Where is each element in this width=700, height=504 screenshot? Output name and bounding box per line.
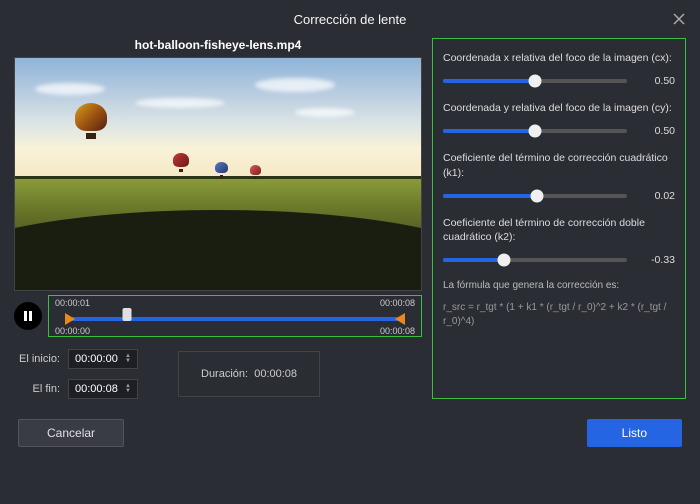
title-bar: Corrección de lente bbox=[0, 0, 700, 38]
close-icon[interactable] bbox=[670, 10, 688, 28]
done-button[interactable]: Listo bbox=[587, 419, 682, 447]
start-label: El inicio: bbox=[14, 353, 60, 365]
lens-correction-dialog: Corrección de lente hot-balloon-fisheye-… bbox=[0, 0, 700, 504]
parameters-panel: Coordenada x relativa del foco de la ima… bbox=[432, 38, 686, 399]
k2-slider[interactable] bbox=[443, 258, 627, 262]
pause-button[interactable] bbox=[14, 302, 42, 330]
end-time-input[interactable]: 00:00:08 ▲▼ bbox=[68, 379, 138, 399]
timeline-start-marker: 00:00:00 bbox=[55, 326, 90, 336]
timeline-end-marker: 00:00:08 bbox=[380, 326, 415, 336]
cancel-button[interactable]: Cancelar bbox=[18, 419, 124, 447]
timeline-track[interactable] bbox=[55, 310, 415, 326]
playhead[interactable] bbox=[123, 308, 132, 321]
cx-slider[interactable] bbox=[443, 79, 627, 83]
formula-label: La fórmula que genera la corrección es: bbox=[443, 280, 675, 291]
start-time-input[interactable]: 00:00:00 ▲▼ bbox=[68, 349, 138, 369]
formula-text: r_src = r_tgt * (1 + k1 * (r_tgt / r_0)^… bbox=[443, 301, 675, 329]
k1-label: Coeficiente del término de corrección cu… bbox=[443, 151, 675, 179]
cx-value: 0.50 bbox=[637, 75, 675, 87]
timeline-current: 00:00:01 bbox=[55, 298, 90, 310]
cy-value: 0.50 bbox=[637, 125, 675, 137]
trim-end-handle[interactable] bbox=[395, 313, 405, 325]
k1-value: 0.02 bbox=[637, 190, 675, 202]
cy-label: Coordenada y relativa del foco de la ima… bbox=[443, 101, 675, 115]
cy-slider[interactable] bbox=[443, 129, 627, 133]
k2-label: Coeficiente del término de corrección do… bbox=[443, 216, 675, 244]
trim-start-handle[interactable] bbox=[65, 313, 75, 325]
timeline: 00:00:01 00:00:08 00:00:00 00:00:08 bbox=[48, 295, 422, 337]
end-label: El fin: bbox=[14, 383, 60, 395]
filename-label: hot-balloon-fisheye-lens.mp4 bbox=[14, 38, 422, 52]
cx-label: Coordenada x relativa del foco de la ima… bbox=[443, 51, 675, 65]
video-preview[interactable] bbox=[14, 57, 422, 291]
preview-panel: hot-balloon-fisheye-lens.mp4 bbox=[14, 38, 422, 399]
spinner-icon[interactable]: ▲▼ bbox=[125, 384, 131, 394]
spinner-icon[interactable]: ▲▼ bbox=[125, 354, 131, 364]
k2-value: -0.33 bbox=[637, 254, 675, 266]
timeline-total: 00:00:08 bbox=[380, 298, 415, 310]
k1-slider[interactable] bbox=[443, 194, 627, 198]
duration-display: Duración: 00:00:08 bbox=[178, 351, 320, 397]
dialog-title: Corrección de lente bbox=[294, 12, 407, 27]
